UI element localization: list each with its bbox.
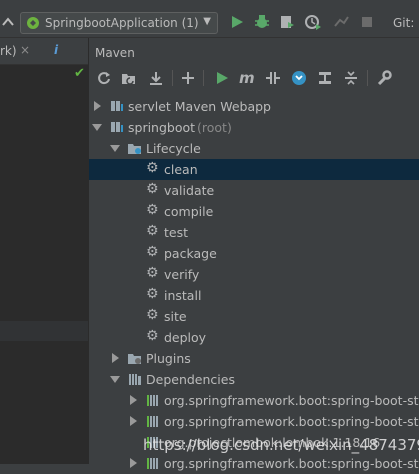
run-configuration-label: SpringbootApplication (1) xyxy=(45,16,199,30)
tree-node-label: servlet Maven Webapp xyxy=(128,99,271,114)
tree-node-label: package xyxy=(164,246,217,261)
maven-project-icon xyxy=(111,101,123,111)
gear-icon: ⚙ xyxy=(146,202,159,218)
gear-icon: ⚙ xyxy=(146,265,159,281)
tree-node-lifecycle[interactable]: Lifecycle xyxy=(89,138,419,159)
chevron-down-icon[interactable] xyxy=(92,122,102,132)
tree-node-goal[interactable]: ⚙ install xyxy=(89,285,419,306)
tree-node-goal[interactable]: ⚙ compile xyxy=(89,201,419,222)
current-line-highlight xyxy=(0,321,88,341)
tree-node-project[interactable]: springboot (root) xyxy=(89,117,419,138)
debug-icon[interactable] xyxy=(253,13,271,31)
tree-node-label: verify xyxy=(164,267,200,282)
execute-maven-goal-icon[interactable]: m xyxy=(237,68,257,88)
chevron-right-icon[interactable] xyxy=(92,101,102,111)
git-label: Git: xyxy=(393,16,415,30)
lifecycle-folder-icon xyxy=(128,144,141,154)
back-arrow-icon[interactable] xyxy=(0,13,18,31)
run-icon[interactable] xyxy=(228,13,246,31)
plugins-folder-icon xyxy=(128,354,141,364)
chevron-down-icon[interactable] xyxy=(110,374,120,384)
gear-icon: ⚙ xyxy=(146,244,159,260)
tree-node-goal[interactable]: ⚙ deploy xyxy=(89,327,419,348)
tree-node-project[interactable]: servlet Maven Webapp xyxy=(89,96,419,117)
attach-debugger-icon[interactable] xyxy=(332,13,350,31)
tree-node-goal-selected[interactable]: ⚙ clean xyxy=(89,159,419,180)
info-icon[interactable]: i xyxy=(54,43,58,57)
collapse-all-icon[interactable] xyxy=(341,68,361,88)
dependencies-icon xyxy=(129,374,141,385)
maven-project-icon xyxy=(111,122,123,132)
gear-icon: ⚙ xyxy=(146,223,159,239)
tree-node-suffix: (root) xyxy=(197,120,232,135)
tree-node-label: compile xyxy=(164,204,214,219)
tree-node-goal[interactable]: ⚙ verify xyxy=(89,264,419,285)
tree-node-label: install xyxy=(164,288,202,303)
maven-title: Maven xyxy=(95,46,135,60)
tree-node-label: site xyxy=(164,309,187,324)
toolbar-separator xyxy=(367,70,368,86)
tree-node-label: Lifecycle xyxy=(146,141,201,156)
svg-text:m: m xyxy=(239,70,255,86)
tree-node-label: org.springframework.boot:spring-boot-sta… xyxy=(164,414,419,429)
toolbar-separator xyxy=(172,70,173,86)
editor-tab[interactable]: rk) × i xyxy=(0,38,88,65)
tree-node-label: clean xyxy=(164,162,198,177)
chevron-right-icon[interactable] xyxy=(128,395,138,405)
maven-tool-window: Maven m servlet Maven Webapp springboot … xyxy=(89,38,419,471)
add-icon[interactable] xyxy=(178,68,198,88)
toggle-offline-mode-icon[interactable] xyxy=(263,68,283,88)
wrench-icon[interactable] xyxy=(374,68,394,88)
spring-boot-icon xyxy=(27,17,39,29)
editor-tab-label: rk) xyxy=(0,44,17,58)
editor-area: rk) × i ✔ xyxy=(0,38,88,464)
gear-icon: ⚙ xyxy=(146,160,159,176)
chevron-right-icon[interactable] xyxy=(128,416,138,426)
tree-node-label: validate xyxy=(164,183,215,198)
reload-icon[interactable] xyxy=(94,68,114,88)
gear-icon: ⚙ xyxy=(146,307,159,323)
stop-icon[interactable] xyxy=(358,13,376,31)
tree-node-label: Plugins xyxy=(146,351,191,366)
show-dependencies-icon[interactable] xyxy=(315,68,335,88)
chevron-down-icon[interactable] xyxy=(110,143,120,153)
gear-icon: ⚙ xyxy=(146,181,159,197)
chevron-right-icon[interactable] xyxy=(110,353,120,363)
tree-node-dependency[interactable]: org.springframework.boot:spring-boot-sta… xyxy=(89,411,419,432)
profiler-icon[interactable] xyxy=(304,13,322,31)
chevron-down-icon: ▼ xyxy=(203,16,211,27)
run-maven-build-icon[interactable] xyxy=(212,68,232,88)
watermark-text: https://blog.csdn.net/weixin_48743799 xyxy=(143,436,419,454)
tree-node-goal[interactable]: ⚙ site xyxy=(89,306,419,327)
tree-node-goal[interactable]: ⚙ validate xyxy=(89,180,419,201)
skip-tests-icon[interactable] xyxy=(289,68,309,88)
download-icon[interactable] xyxy=(146,68,166,88)
close-icon[interactable]: × xyxy=(20,43,30,57)
maven-toolbar: m xyxy=(89,68,419,90)
library-icon xyxy=(147,416,158,427)
tree-node-label: Dependencies xyxy=(146,372,235,387)
gear-icon: ⚙ xyxy=(146,286,159,302)
check-icon: ✔ xyxy=(74,66,85,81)
chevron-right-icon[interactable] xyxy=(128,458,138,468)
tree-node-goal[interactable]: ⚙ test xyxy=(89,222,419,243)
tree-node-label: deploy xyxy=(164,330,207,345)
run-with-coverage-icon[interactable] xyxy=(278,13,296,31)
gear-icon: ⚙ xyxy=(146,328,159,344)
run-configuration-select[interactable]: SpringbootApplication (1) ▼ xyxy=(20,12,218,34)
toolbar-separator xyxy=(203,70,204,86)
main-toolbar: SpringbootApplication (1) ▼ Git: xyxy=(0,0,419,38)
library-icon xyxy=(147,395,158,406)
library-icon xyxy=(147,458,158,469)
tree-node-goal[interactable]: ⚙ package xyxy=(89,243,419,264)
tree-node-plugins[interactable]: Plugins xyxy=(89,348,419,369)
generate-sources-icon[interactable] xyxy=(119,68,139,88)
tree-node-label: springboot xyxy=(128,120,196,135)
tree-node-dependency[interactable]: org.springframework.boot:spring-boot-sta… xyxy=(89,390,419,411)
tree-node-dependencies[interactable]: Dependencies xyxy=(89,369,419,390)
tree-node-label: test xyxy=(164,225,189,240)
tree-node-label: org.springframework.boot:spring-boot-sta… xyxy=(164,393,419,408)
